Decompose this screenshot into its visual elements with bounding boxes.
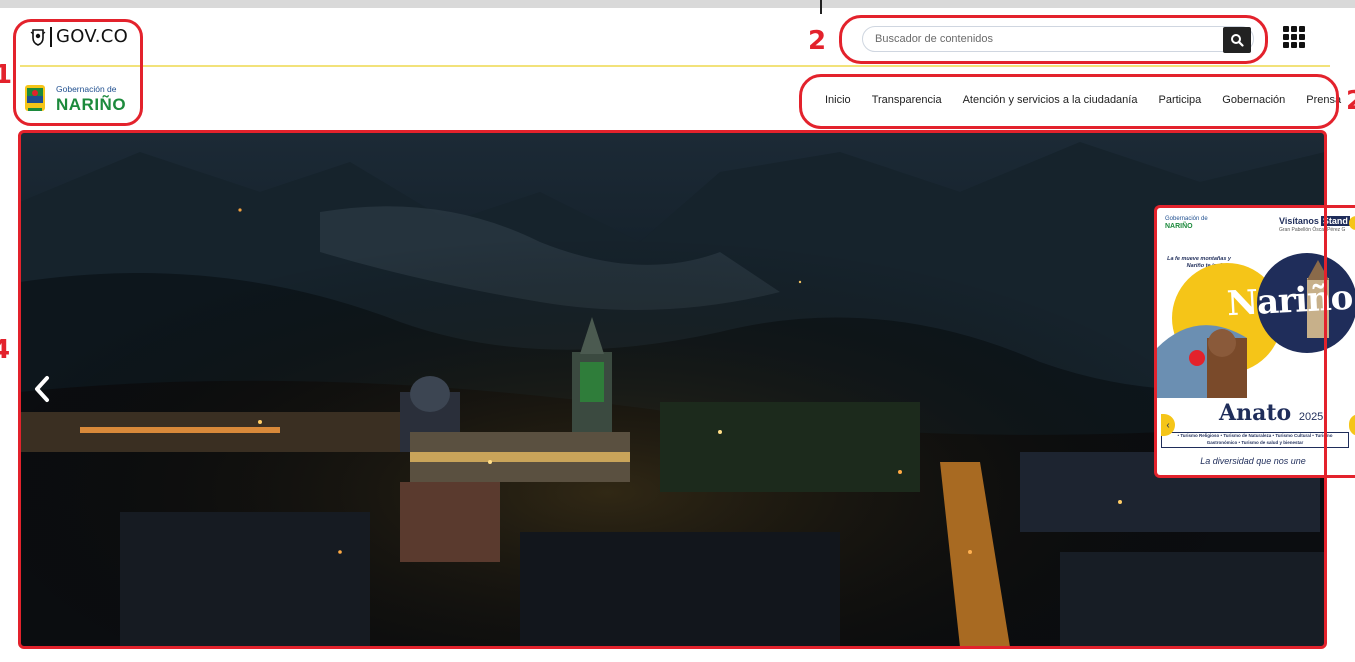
annotation-number-4: 4 bbox=[0, 335, 11, 365]
grid-dot bbox=[1299, 34, 1305, 40]
annotation-number-3: 2 bbox=[1346, 88, 1355, 114]
top-bar bbox=[0, 0, 1355, 8]
annotation-box-4 bbox=[18, 130, 1327, 649]
annotation-number-2: 2 bbox=[808, 26, 827, 56]
grid-dot bbox=[1299, 26, 1305, 32]
grid-dot bbox=[1283, 34, 1289, 40]
header-divider bbox=[20, 65, 1330, 67]
grid-dot bbox=[1291, 34, 1297, 40]
annotation-leader-line bbox=[820, 0, 822, 14]
apps-grid-button[interactable] bbox=[1283, 26, 1309, 50]
promo-next-button[interactable] bbox=[1349, 414, 1355, 436]
grid-dot bbox=[1291, 42, 1297, 48]
grid-dot bbox=[1299, 42, 1305, 48]
annotation-box-3 bbox=[799, 74, 1339, 129]
annotation-number-1: 1 bbox=[0, 60, 13, 90]
grid-apps-icon bbox=[1283, 26, 1289, 32]
grid-dot bbox=[1283, 42, 1289, 48]
grid-dot bbox=[1291, 26, 1297, 32]
annotation-box-2 bbox=[839, 15, 1268, 64]
promo-close-tab[interactable] bbox=[1349, 216, 1355, 230]
annotation-box-1 bbox=[13, 19, 143, 126]
